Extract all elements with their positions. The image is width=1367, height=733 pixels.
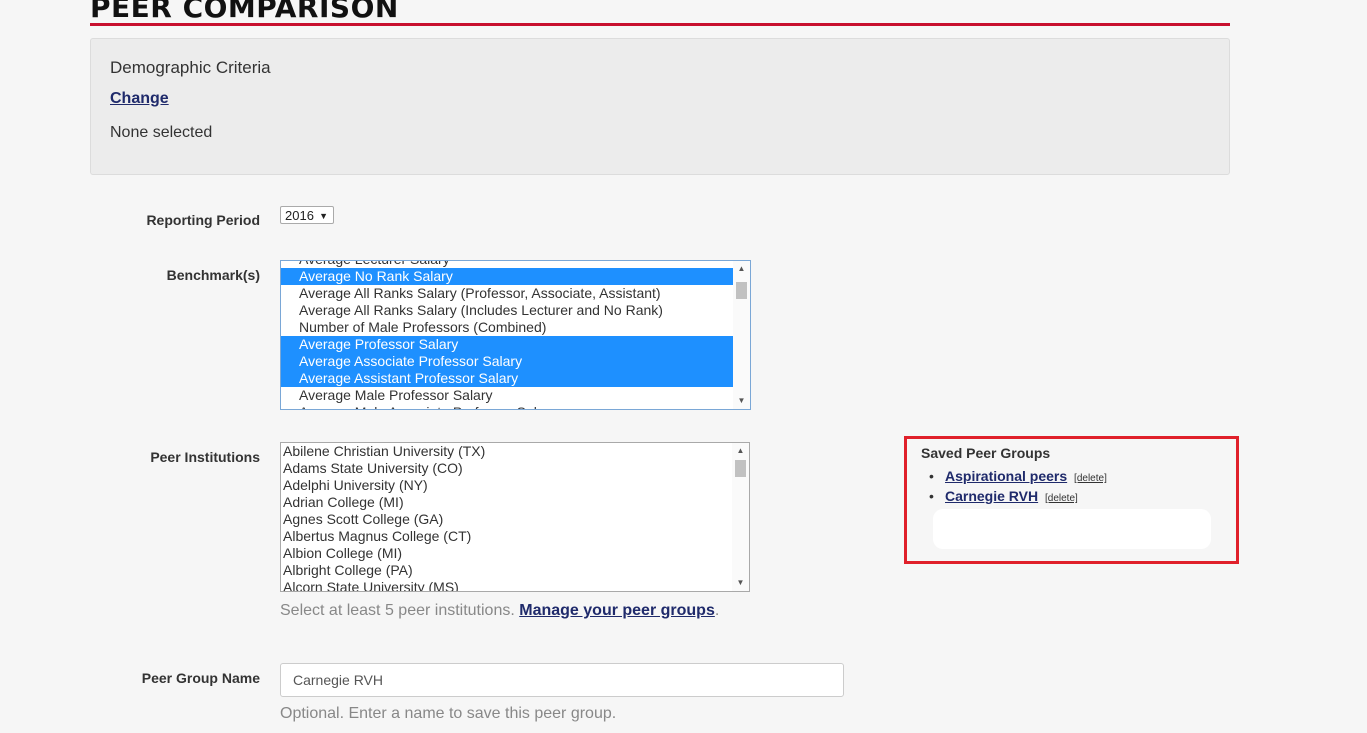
benchmark-option[interactable]: Average Male Associate Professor Salary [281, 404, 733, 409]
change-criteria-link[interactable]: Change [110, 90, 169, 108]
benchmarks-label: Benchmark(s) [166, 267, 260, 283]
benchmark-option[interactable]: Average All Ranks Salary (Includes Lectu… [281, 302, 733, 319]
peer-institutions-help: Select at least 5 peer institutions. Man… [280, 602, 719, 620]
reporting-period-value: 2016 [285, 208, 314, 223]
benchmark-option[interactable]: Average Associate Professor Salary [281, 353, 733, 370]
benchmark-option[interactable]: Average Assistant Professor Salary [281, 370, 733, 387]
benchmark-option[interactable]: Number of Male Professors (Combined) [281, 319, 733, 336]
benchmarks-scrollbar[interactable]: ▲ ▼ [733, 261, 750, 409]
benchmark-option[interactable]: Average Lecturer Salary [281, 261, 733, 268]
benchmark-option[interactable]: Average Professor Salary [281, 336, 733, 353]
saved-peer-groups-panel: Saved Peer Groups Aspirational peers [de… [904, 436, 1239, 564]
benchmarks-options: Average Lecturer SalaryAverage No Rank S… [281, 261, 733, 409]
peer-group-name-input[interactable] [280, 663, 844, 697]
benchmark-option[interactable]: Average All Ranks Salary (Professor, Ass… [281, 285, 733, 302]
redacted-area [933, 509, 1211, 549]
saved-group-item: Carnegie RVH [delete] [929, 486, 1107, 506]
scroll-thumb[interactable] [736, 282, 747, 299]
saved-group-link[interactable]: Aspirational peers [945, 468, 1067, 484]
peer-institutions-listbox[interactable]: Abilene Christian University (TX) Adams S… [280, 442, 750, 592]
demographic-criteria-panel: Demographic Criteria Change None selecte… [90, 38, 1230, 175]
help-suffix: . [714, 602, 720, 619]
delete-group-link[interactable]: [delete] [1045, 493, 1078, 504]
criteria-value: None selected [110, 124, 213, 141]
peer-institutions-options: Abilene Christian University (TX) Adams S… [281, 443, 732, 591]
dropdown-caret-icon: ▼ [319, 211, 328, 221]
institution-option[interactable]: Abilene Christian University (TX) [281, 443, 732, 460]
saved-group-item: Aspirational peers [delete] [929, 466, 1107, 486]
benchmark-option[interactable]: Average Male Professor Salary [281, 387, 733, 404]
peer-group-name-help: Optional. Enter a name to save this peer… [280, 705, 617, 722]
institution-option[interactable]: Albright College (PA) [281, 562, 732, 579]
manage-peer-groups-link[interactable]: Manage your peer groups [519, 602, 715, 619]
scroll-down-arrow-icon[interactable]: ▼ [733, 393, 750, 409]
institution-option[interactable]: Albertus Magnus College (CT) [281, 528, 732, 545]
institution-option[interactable]: Adams State University (CO) [281, 460, 732, 477]
institutions-scrollbar[interactable]: ▲ ▼ [732, 443, 749, 591]
scroll-down-arrow-icon[interactable]: ▼ [732, 575, 749, 591]
saved-peer-groups-list: Aspirational peers [delete] Carnegie RVH… [929, 466, 1107, 506]
institution-option[interactable]: Adrian College (MI) [281, 494, 732, 511]
scroll-up-arrow-icon[interactable]: ▲ [733, 261, 750, 277]
benchmarks-listbox[interactable]: Average Lecturer SalaryAverage No Rank S… [280, 260, 751, 410]
saved-group-link[interactable]: Carnegie RVH [945, 488, 1038, 504]
institution-option[interactable]: Adelphi University (NY) [281, 477, 732, 494]
scroll-up-arrow-icon[interactable]: ▲ [732, 443, 749, 459]
reporting-period-label: Reporting Period [146, 212, 260, 228]
criteria-heading: Demographic Criteria [110, 58, 271, 77]
institution-option[interactable]: Albion College (MI) [281, 545, 732, 562]
scroll-thumb[interactable] [735, 460, 746, 477]
help-prefix: Select at least 5 peer institutions. [280, 602, 515, 619]
saved-peer-groups-title: Saved Peer Groups [921, 445, 1051, 461]
reporting-period-select[interactable]: 2016 ▼ [280, 206, 334, 224]
peer-institutions-label: Peer Institutions [150, 449, 260, 465]
benchmark-option[interactable]: Average No Rank Salary [281, 268, 733, 285]
peer-group-name-label: Peer Group Name [141, 670, 260, 686]
institution-option[interactable]: Alcorn State University (MS) [281, 579, 732, 591]
delete-group-link[interactable]: [delete] [1074, 473, 1107, 484]
institution-option[interactable]: Agnes Scott College (GA) [281, 511, 732, 528]
title-divider [90, 23, 1230, 26]
